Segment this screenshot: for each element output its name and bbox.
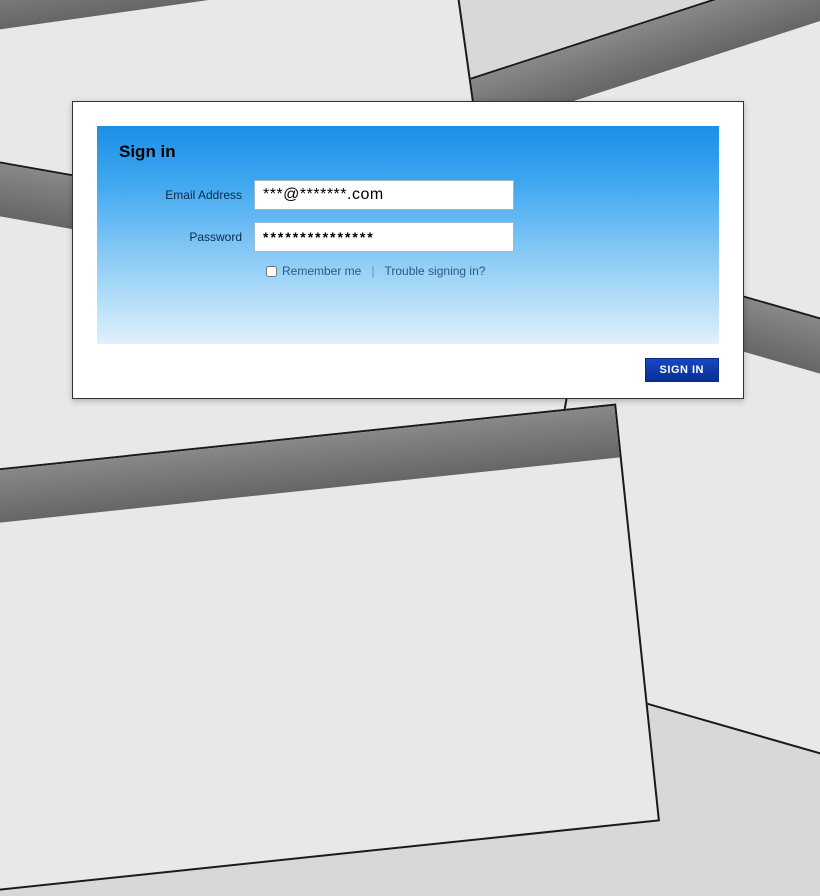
panel-title: Sign in bbox=[119, 142, 697, 162]
password-label: Password bbox=[119, 230, 254, 244]
email-field[interactable] bbox=[254, 180, 514, 210]
password-field[interactable] bbox=[254, 222, 514, 252]
signin-modal: Sign in Email Address Password Remember … bbox=[72, 101, 744, 399]
signin-button[interactable]: SIGN IN bbox=[645, 358, 719, 382]
remember-me-checkbox[interactable] bbox=[266, 266, 277, 277]
separator: | bbox=[371, 264, 374, 278]
trouble-signing-in-link[interactable]: Trouble signing in? bbox=[384, 264, 485, 278]
password-row: Password bbox=[119, 222, 697, 252]
email-label: Email Address bbox=[119, 188, 254, 202]
modal-footer: SIGN IN bbox=[97, 358, 719, 382]
background-card bbox=[0, 404, 660, 896]
signin-panel: Sign in Email Address Password Remember … bbox=[97, 126, 719, 344]
email-row: Email Address bbox=[119, 180, 697, 210]
options-row: Remember me | Trouble signing in? bbox=[266, 264, 697, 278]
background-card-header: Sign in bbox=[0, 0, 453, 65]
remember-me-label: Remember me bbox=[282, 264, 361, 278]
